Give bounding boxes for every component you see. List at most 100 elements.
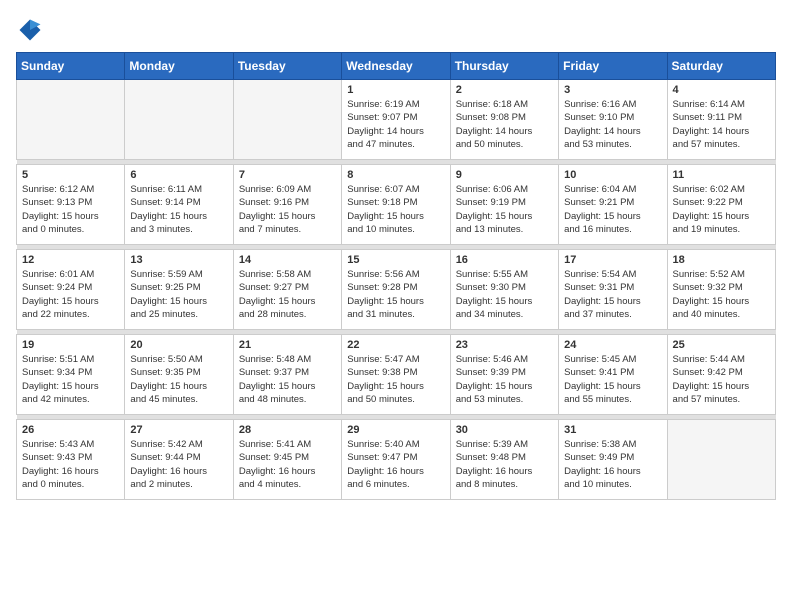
day-number: 6 bbox=[130, 169, 227, 181]
day-number: 26 bbox=[22, 424, 119, 436]
day-info: Sunrise: 6:02 AMSunset: 9:22 PMDaylight:… bbox=[673, 183, 770, 236]
day-number: 16 bbox=[456, 254, 553, 266]
day-info: Sunrise: 6:16 AMSunset: 9:10 PMDaylight:… bbox=[564, 98, 661, 151]
day-cell: 1 Sunrise: 6:19 AMSunset: 9:07 PMDaylight… bbox=[342, 80, 450, 160]
day-info: Sunrise: 5:44 AMSunset: 9:42 PMDaylight:… bbox=[673, 353, 770, 406]
day-info: Sunrise: 5:59 AMSunset: 9:25 PMDaylight:… bbox=[130, 268, 227, 321]
day-info: Sunrise: 5:46 AMSunset: 9:39 PMDaylight:… bbox=[456, 353, 553, 406]
day-info: Sunrise: 5:55 AMSunset: 9:30 PMDaylight:… bbox=[456, 268, 553, 321]
day-info: Sunrise: 5:39 AMSunset: 9:48 PMDaylight:… bbox=[456, 438, 553, 491]
day-cell: 14 Sunrise: 5:58 AMSunset: 9:27 PMDayligh… bbox=[233, 250, 341, 330]
day-info: Sunrise: 5:52 AMSunset: 9:32 PMDaylight:… bbox=[673, 268, 770, 321]
day-info: Sunrise: 5:50 AMSunset: 9:35 PMDaylight:… bbox=[130, 353, 227, 406]
day-info: Sunrise: 5:38 AMSunset: 9:49 PMDaylight:… bbox=[564, 438, 661, 491]
day-cell: 4Sunrise: 6:14 AMSunset: 9:11 PMDaylight… bbox=[667, 80, 775, 160]
day-cell: 16 Sunrise: 5:55 AMSunset: 9:30 PMDayligh… bbox=[450, 250, 558, 330]
header-friday: Friday bbox=[559, 53, 667, 80]
day-cell: 6Sunrise: 6:11 AMSunset: 9:14 PMDaylight… bbox=[125, 165, 233, 245]
header-thursday: Thursday bbox=[450, 53, 558, 80]
day-number: 19 bbox=[22, 339, 119, 351]
day-cell: 26 Sunrise: 5:43 AMSunset: 9:43 PMDayligh… bbox=[17, 420, 125, 500]
day-number: 2 bbox=[456, 84, 553, 96]
day-info: Sunrise: 5:58 AMSunset: 9:27 PMDaylight:… bbox=[239, 268, 336, 321]
day-info: Sunrise: 6:01 AMSunset: 9:24 PMDaylight:… bbox=[22, 268, 119, 321]
day-cell: 17 Sunrise: 5:54 AMSunset: 9:31 PMDayligh… bbox=[559, 250, 667, 330]
day-info: Sunrise: 5:40 AMSunset: 9:47 PMDaylight:… bbox=[347, 438, 444, 491]
day-number: 15 bbox=[347, 254, 444, 266]
header-monday: Monday bbox=[125, 53, 233, 80]
day-cell: 9 Sunrise: 6:06 AMSunset: 9:19 PMDaylight… bbox=[450, 165, 558, 245]
day-number: 25 bbox=[673, 339, 770, 351]
day-number: 22 bbox=[347, 339, 444, 351]
day-info: Sunrise: 6:06 AMSunset: 9:19 PMDaylight:… bbox=[456, 183, 553, 236]
day-number: 13 bbox=[130, 254, 227, 266]
header-wednesday: Wednesday bbox=[342, 53, 450, 80]
day-info: Sunrise: 5:54 AMSunset: 9:31 PMDaylight:… bbox=[564, 268, 661, 321]
day-cell bbox=[17, 80, 125, 160]
day-info: Sunrise: 5:41 AMSunset: 9:45 PMDaylight:… bbox=[239, 438, 336, 491]
day-cell: 18 Sunrise: 5:52 AMSunset: 9:32 PMDayligh… bbox=[667, 250, 775, 330]
day-cell bbox=[667, 420, 775, 500]
day-cell: 23Sunrise: 5:46 AMSunset: 9:39 PMDayligh… bbox=[450, 335, 558, 415]
header-sunday: Sunday bbox=[17, 53, 125, 80]
day-cell: 22Sunrise: 5:47 AMSunset: 9:38 PMDayligh… bbox=[342, 335, 450, 415]
day-number: 28 bbox=[239, 424, 336, 436]
logo-icon bbox=[16, 16, 44, 44]
day-cell: 31 Sunrise: 5:38 AMSunset: 9:49 PMDayligh… bbox=[559, 420, 667, 500]
day-cell: 5 Sunrise: 6:12 AMSunset: 9:13 PMDaylight… bbox=[17, 165, 125, 245]
page-header bbox=[16, 16, 776, 44]
day-info: Sunrise: 5:42 AMSunset: 9:44 PMDaylight:… bbox=[130, 438, 227, 491]
day-cell: 15 Sunrise: 5:56 AMSunset: 9:28 PMDayligh… bbox=[342, 250, 450, 330]
week-row-2: 5 Sunrise: 6:12 AMSunset: 9:13 PMDaylight… bbox=[17, 165, 776, 245]
week-row-4: 19 Sunrise: 5:51 AMSunset: 9:34 PMDayligh… bbox=[17, 335, 776, 415]
day-cell: 12 Sunrise: 6:01 AMSunset: 9:24 PMDayligh… bbox=[17, 250, 125, 330]
day-cell: 10 Sunrise: 6:04 AMSunset: 9:21 PMDayligh… bbox=[559, 165, 667, 245]
day-info: Sunrise: 5:43 AMSunset: 9:43 PMDaylight:… bbox=[22, 438, 119, 491]
day-info: Sunrise: 6:19 AMSunset: 9:07 PMDaylight:… bbox=[347, 98, 444, 151]
day-number: 29 bbox=[347, 424, 444, 436]
day-number: 20 bbox=[130, 339, 227, 351]
day-number: 8 bbox=[347, 169, 444, 181]
day-info: Sunrise: 6:04 AMSunset: 9:21 PMDaylight:… bbox=[564, 183, 661, 236]
day-number: 31 bbox=[564, 424, 661, 436]
day-cell: 25 Sunrise: 5:44 AMSunset: 9:42 PMDayligh… bbox=[667, 335, 775, 415]
day-info: Sunrise: 5:56 AMSunset: 9:28 PMDaylight:… bbox=[347, 268, 444, 321]
day-number: 18 bbox=[673, 254, 770, 266]
day-cell bbox=[125, 80, 233, 160]
day-info: Sunrise: 6:18 AMSunset: 9:08 PMDaylight:… bbox=[456, 98, 553, 151]
day-cell: 21Sunrise: 5:48 AMSunset: 9:37 PMDayligh… bbox=[233, 335, 341, 415]
day-cell: 30 Sunrise: 5:39 AMSunset: 9:48 PMDayligh… bbox=[450, 420, 558, 500]
week-row-3: 12 Sunrise: 6:01 AMSunset: 9:24 PMDayligh… bbox=[17, 250, 776, 330]
week-row-5: 26 Sunrise: 5:43 AMSunset: 9:43 PMDayligh… bbox=[17, 420, 776, 500]
day-number: 14 bbox=[239, 254, 336, 266]
day-cell: 13 Sunrise: 5:59 AMSunset: 9:25 PMDayligh… bbox=[125, 250, 233, 330]
day-number: 9 bbox=[456, 169, 553, 181]
calendar: SundayMondayTuesdayWednesdayThursdayFrid… bbox=[16, 52, 776, 500]
header-tuesday: Tuesday bbox=[233, 53, 341, 80]
day-cell: 27 Sunrise: 5:42 AMSunset: 9:44 PMDayligh… bbox=[125, 420, 233, 500]
day-cell: 29 Sunrise: 5:40 AMSunset: 9:47 PMDayligh… bbox=[342, 420, 450, 500]
day-number: 10 bbox=[564, 169, 661, 181]
day-number: 12 bbox=[22, 254, 119, 266]
logo bbox=[16, 16, 48, 44]
day-info: Sunrise: 6:07 AMSunset: 9:18 PMDaylight:… bbox=[347, 183, 444, 236]
day-number: 11 bbox=[673, 169, 770, 181]
day-number: 17 bbox=[564, 254, 661, 266]
day-info: Sunrise: 6:12 AMSunset: 9:13 PMDaylight:… bbox=[22, 183, 119, 236]
day-cell: 8 Sunrise: 6:07 AMSunset: 9:18 PMDaylight… bbox=[342, 165, 450, 245]
day-cell: 2 Sunrise: 6:18 AMSunset: 9:08 PMDaylight… bbox=[450, 80, 558, 160]
day-number: 30 bbox=[456, 424, 553, 436]
day-cell: 28 Sunrise: 5:41 AMSunset: 9:45 PMDayligh… bbox=[233, 420, 341, 500]
day-cell bbox=[233, 80, 341, 160]
day-number: 27 bbox=[130, 424, 227, 436]
day-cell: 19 Sunrise: 5:51 AMSunset: 9:34 PMDayligh… bbox=[17, 335, 125, 415]
day-info: Sunrise: 5:48 AMSunset: 9:37 PMDaylight:… bbox=[239, 353, 336, 406]
day-info: Sunrise: 6:09 AMSunset: 9:16 PMDaylight:… bbox=[239, 183, 336, 236]
day-number: 1 bbox=[347, 84, 444, 96]
day-cell: 20 Sunrise: 5:50 AMSunset: 9:35 PMDayligh… bbox=[125, 335, 233, 415]
day-number: 5 bbox=[22, 169, 119, 181]
day-cell: 7Sunrise: 6:09 AMSunset: 9:16 PMDaylight… bbox=[233, 165, 341, 245]
day-info: Sunrise: 5:51 AMSunset: 9:34 PMDaylight:… bbox=[22, 353, 119, 406]
day-number: 24 bbox=[564, 339, 661, 351]
day-cell: 24Sunrise: 5:45 AMSunset: 9:41 PMDayligh… bbox=[559, 335, 667, 415]
